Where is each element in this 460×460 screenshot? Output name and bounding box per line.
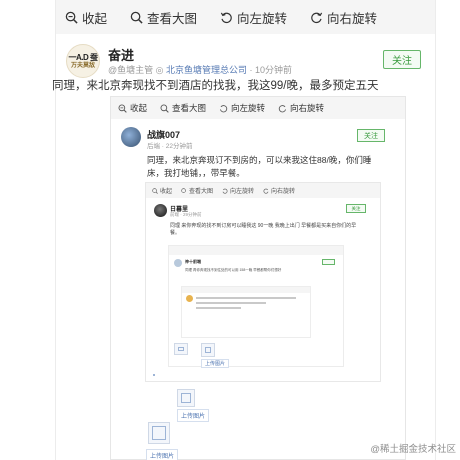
upload-image-label-small: 上传图片: [201, 359, 230, 368]
q3-text: 同理 再你奔现找不到住处的可以用 158一晚 早餐都帮你们想好: [185, 268, 282, 272]
zoom-out-icon: [117, 103, 127, 113]
q4-text-lines: [196, 297, 296, 312]
q2-view-large-label: 查看大图: [189, 189, 214, 195]
collapse-button[interactable]: 收起: [64, 8, 107, 27]
quoted-rotate-right: 向右旋转: [277, 102, 324, 114]
q2-view-large: 查看大图: [180, 186, 213, 195]
zoom-out-icon: [64, 10, 78, 24]
quoted-view-large: 查看大图: [159, 102, 206, 114]
image-thumbnail-outer[interactable]: [148, 422, 170, 444]
q2-collapse: 收起: [151, 186, 172, 195]
quoted-rotate-left-label: 向左旋转: [231, 103, 266, 113]
quoted-image-level2: 收起 查看大图 向左旋转 向右旋转 日暮里 前端 · 29分钟前 关注 同理 来…: [145, 182, 381, 382]
author-name[interactable]: 奋进: [108, 45, 134, 64]
q2-meta: 前端 · 29分钟前: [170, 212, 202, 217]
quoted-toolbar-level2: 收起 查看大图 向左旋转 向右旋转: [146, 183, 380, 198]
quoted-rotate-right-label: 向右旋转: [290, 103, 325, 113]
quoted-collapse: 收起: [117, 102, 147, 114]
post-text: 同理，来北京奔现找不到酒店的找我，我这99/晚，最多预定五天: [52, 80, 379, 92]
avatar[interactable]: 一A.D 蚕 万夫莫敌: [66, 44, 100, 78]
upload-image-label-outer[interactable]: 上传图片: [146, 449, 179, 460]
post-time: 10分钟前: [255, 65, 293, 75]
rotate-right-icon: [277, 103, 287, 113]
collapse-label: 收起: [82, 11, 108, 26]
follow-button[interactable]: 关注: [383, 50, 421, 69]
quoted-follow-button: 关注: [357, 129, 385, 142]
rotate-left-button[interactable]: 向左旋转: [219, 8, 287, 27]
author-title: @鱼塘主管: [108, 65, 154, 75]
rotate-left-icon: [219, 10, 233, 24]
quoted-toolbar: 收起 查看大图 向左旋转 向右旋转: [111, 97, 405, 119]
post-header: 一A.D 蚕 万夫莫敌 奋进 @鱼塘主管 ◎ 北京鱼塘管理总公司 · 10分钟前…: [56, 42, 435, 82]
view-large-button[interactable]: 查看大图: [129, 8, 197, 27]
quoted-image-level4: [181, 286, 311, 338]
rotate-left-label: 向左旋转: [237, 11, 288, 26]
zoom-in-icon: [180, 187, 187, 194]
zoom-in-icon: [129, 10, 143, 24]
rotate-right-label: 向右旋转: [327, 11, 378, 26]
q2-rotate-right: 向右旋转: [262, 186, 295, 195]
author-meta: @鱼塘主管 ◎ 北京鱼塘管理总公司 · 10分钟前: [108, 63, 292, 76]
quoted-toolbar-level3: [169, 246, 343, 255]
q2-rotate-left: 向左旋转: [221, 186, 254, 195]
q2-text: 同理 来你奔现的找不到订房可以睡我这 90一晚 我晚上出门 早餐都是买来自你们的…: [170, 223, 357, 236]
q2-avatar: [154, 204, 167, 217]
quoted-meta: 后端 · 22分钟前: [147, 143, 193, 150]
watermark: @稀土掘金技术社区: [370, 444, 456, 455]
q2-collapse-label: 收起: [160, 189, 173, 195]
q2-rotate-left-label: 向左旋转: [230, 189, 255, 195]
quoted-image-level3: 神十前端 同理 再你奔现找不到住处的可以用 158一晚 早餐都帮你们想好: [168, 245, 344, 367]
q2-rotate-right-label: 向右旋转: [271, 189, 296, 195]
upload-image-label: 上传图片: [177, 409, 210, 422]
zoom-out-icon: [151, 187, 158, 194]
org-icon: ◎: [155, 65, 167, 75]
rotate-right-icon: [262, 187, 269, 194]
q3-author: 神十前端: [185, 259, 201, 264]
quoted-rotate-left: 向左旋转: [218, 102, 265, 114]
q4-avatar: [186, 295, 193, 302]
author-org[interactable]: 北京鱼塘管理总公司: [166, 65, 247, 75]
quoted-collapse-label: 收起: [130, 103, 148, 113]
view-large-label: 查看大图: [147, 11, 198, 26]
q2-follow-button: 关注: [346, 204, 366, 213]
quoted-view-large-label: 查看大图: [172, 103, 207, 113]
q3-follow-button: [322, 259, 335, 265]
avatar-text-line1: 一A.D 蚕: [68, 52, 99, 62]
image-thumbnail: [177, 389, 195, 407]
rotate-left-icon: [221, 187, 228, 194]
zoom-in-icon: [159, 103, 169, 113]
rotate-right-icon: [309, 10, 323, 24]
quoted-toolbar-level4: [182, 287, 310, 293]
avatar-text-line2: 万夫莫敌: [70, 62, 95, 69]
image-toolbar: 收起 查看大图 向左旋转 向右旋转: [56, 0, 435, 34]
image-thumbnail-level2: [201, 343, 215, 357]
rotate-left-icon: [218, 103, 228, 113]
quoted-image-level1[interactable]: 收起 查看大图 向左旋转 向右旋转 战旗007 后端 · 22分钟前 关注 同理…: [110, 96, 406, 460]
quoted-avatar: [121, 127, 141, 147]
q3-avatar: [174, 259, 182, 267]
quoted-text: 同理，来北京奔现订不到房的，可以来我这住88/晚，你们睡床，我打地铺，，带早餐。: [147, 155, 372, 178]
rotate-right-button[interactable]: 向右旋转: [309, 8, 377, 27]
image-thumbnail-level3: [174, 343, 188, 355]
